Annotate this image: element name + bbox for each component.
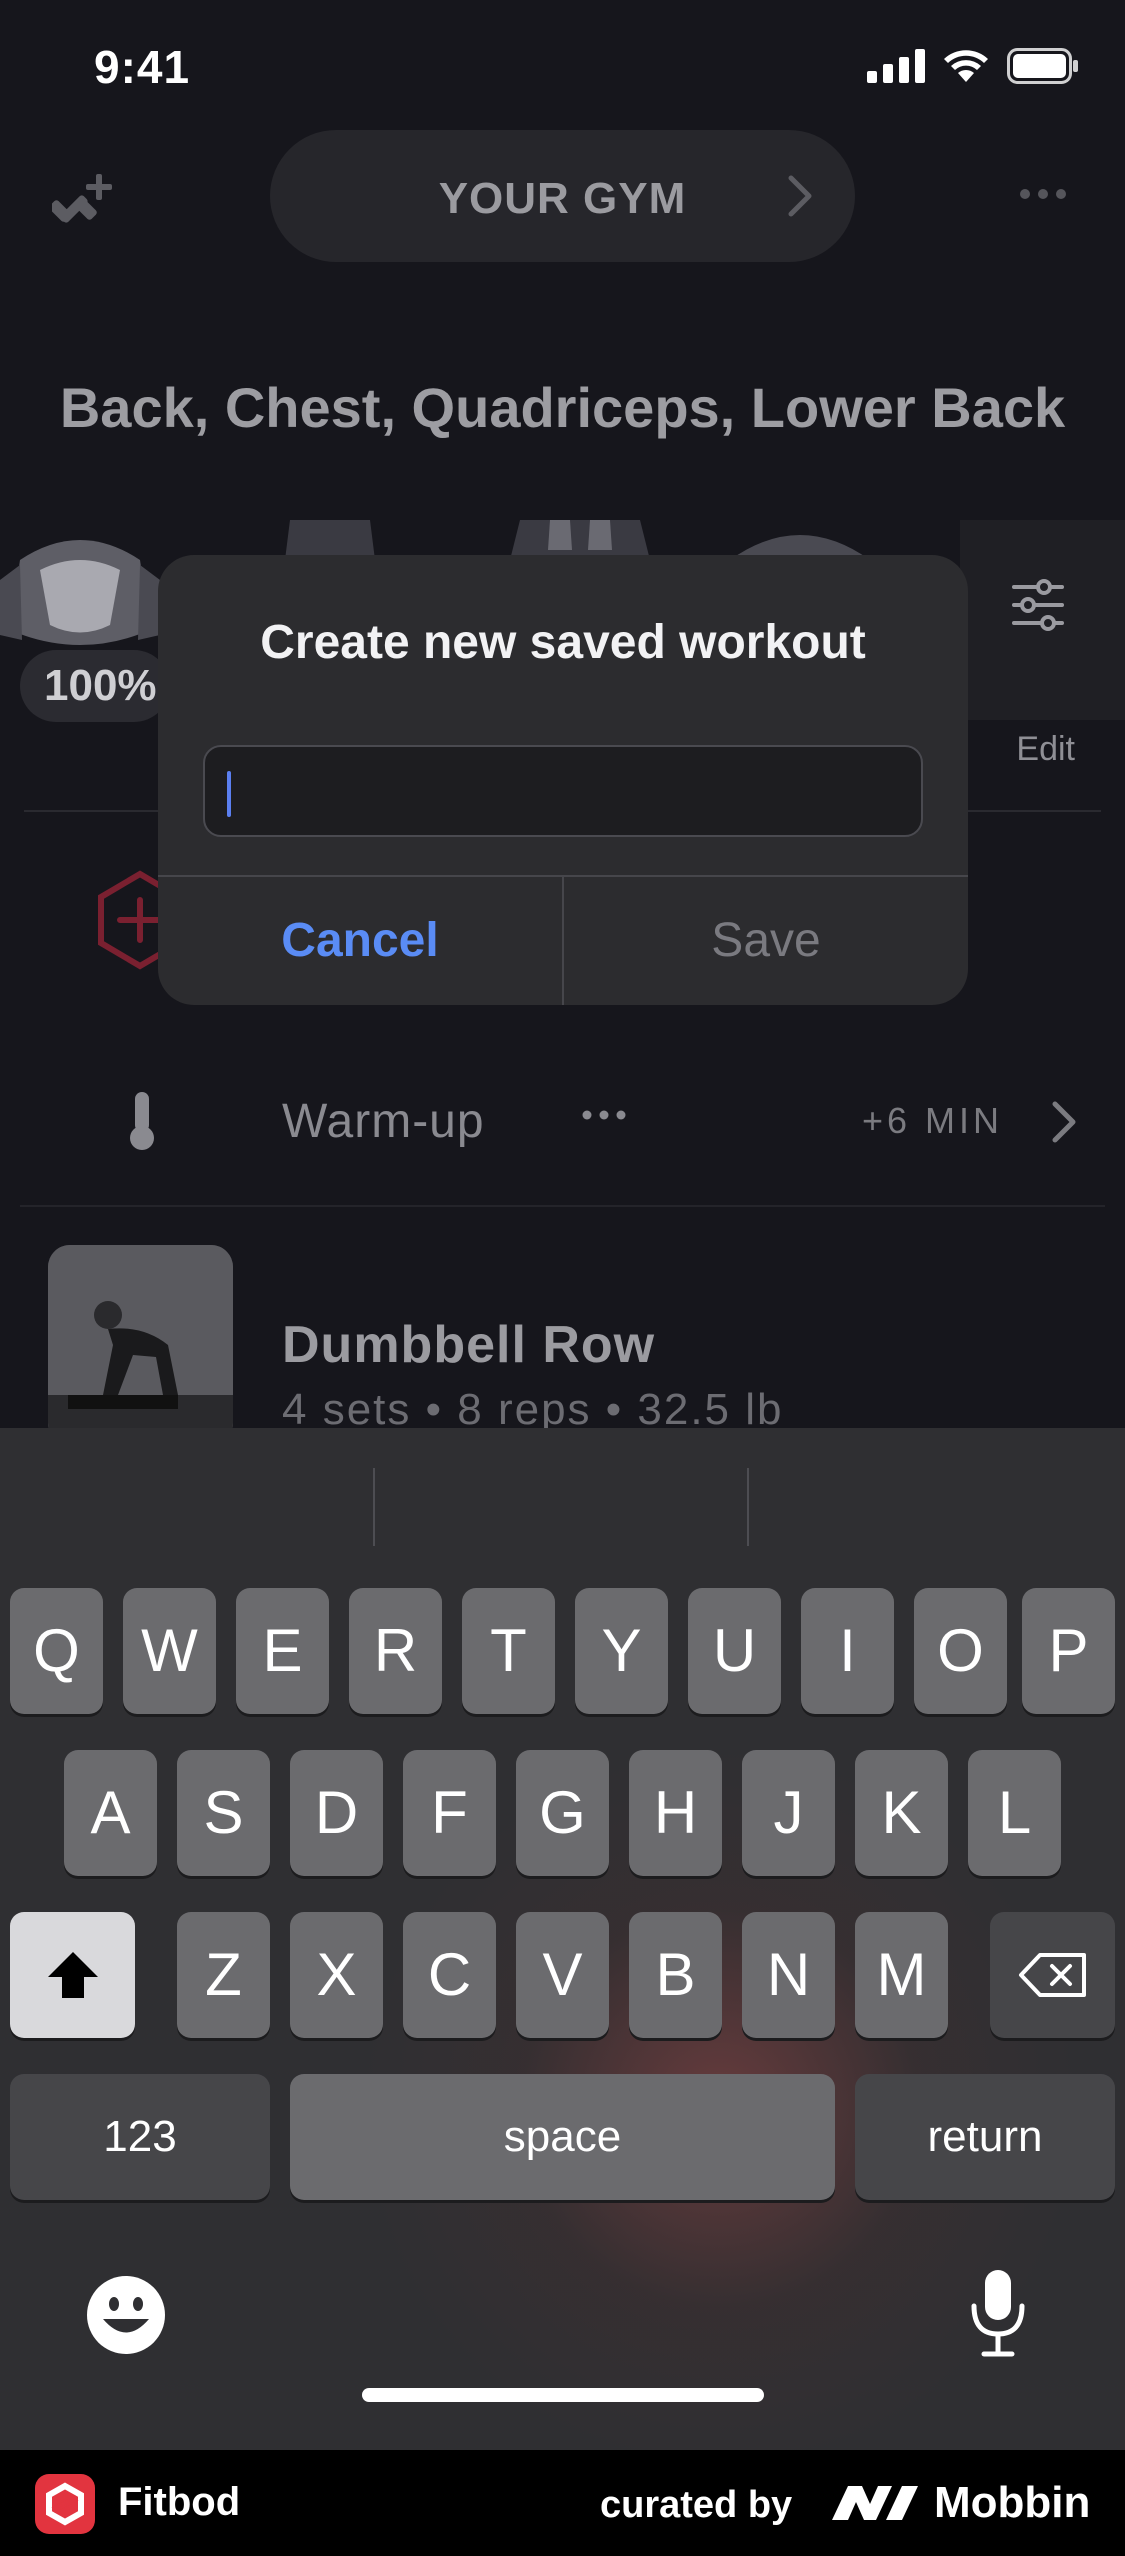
key-x[interactable]: X [290, 1912, 383, 2038]
key-j[interactable]: J [742, 1750, 835, 1876]
battery-icon [1007, 48, 1078, 84]
key-i[interactable]: I [801, 1588, 894, 1714]
space-key[interactable]: space [290, 2074, 835, 2200]
key-l[interactable]: L [968, 1750, 1061, 1876]
text-caret [227, 771, 231, 817]
return-key[interactable]: return [855, 2074, 1115, 2200]
exercise-photo-icon [48, 1245, 233, 1445]
key-o[interactable]: O [914, 1588, 1007, 1714]
thermometer-icon [130, 1092, 154, 1150]
chevron-right-icon [1052, 1101, 1076, 1143]
key-s[interactable]: S [177, 1750, 270, 1876]
key-y[interactable]: Y [575, 1588, 668, 1714]
home-indicator [362, 2388, 764, 2402]
warmup-more-icon[interactable] [582, 1110, 626, 1120]
cellular-signal-icon [867, 49, 925, 83]
gym-selector-label: YOUR GYM [438, 174, 687, 223]
sliders-icon [1012, 579, 1064, 631]
curated-by-label: curated by [600, 2484, 793, 2526]
chevron-right-icon [788, 175, 812, 217]
status-bar: 9:41 [0, 0, 1125, 140]
save-button[interactable]: Save [564, 877, 968, 1005]
attribution-footer: Fitbod curated by Mobbin [0, 2450, 1125, 2556]
warmup-label: Warm-up [282, 1095, 485, 1148]
key-w[interactable]: W [123, 1588, 216, 1714]
shift-key[interactable] [10, 1912, 135, 2038]
suggestion-divider [747, 1468, 749, 1546]
key-c[interactable]: C [403, 1912, 496, 2038]
cancel-button[interactable]: Cancel [158, 877, 562, 1005]
backspace-key[interactable] [990, 1912, 1115, 2038]
key-d[interactable]: D [290, 1750, 383, 1876]
key-f[interactable]: F [403, 1750, 496, 1876]
emoji-icon[interactable] [85, 2274, 167, 2356]
exercise-name: Dumbbell Row [282, 1316, 656, 1374]
key-g[interactable]: G [516, 1750, 609, 1876]
key-z[interactable]: Z [177, 1912, 270, 2038]
add-equipment-icon[interactable] [52, 170, 116, 234]
key-u[interactable]: U [688, 1588, 781, 1714]
key-m[interactable]: M [855, 1912, 948, 2038]
target-muscles-title: Back, Chest, Quadriceps, Lower Back [59, 376, 1066, 439]
shift-arrow-icon [47, 1952, 98, 1998]
fitbod-logo-icon [46, 2482, 84, 2526]
key-q[interactable]: Q [10, 1588, 103, 1714]
warmup-row[interactable]: Warm-up +6 MIN [0, 1060, 1125, 1180]
status-time: 9:41 [94, 41, 191, 93]
numbers-key[interactable]: 123 [10, 2074, 270, 2200]
edit-muscles-link[interactable]: Edit [1016, 730, 1075, 769]
divider [20, 1205, 1105, 1207]
key-h[interactable]: H [629, 1750, 722, 1876]
dialog-title: Create new saved workout [260, 616, 866, 669]
workout-name-input[interactable] [203, 745, 923, 837]
key-v[interactable]: V [516, 1912, 609, 2038]
status-icons [867, 48, 1079, 84]
mobbin-logo-icon [832, 2486, 918, 2520]
muscle-filter-button[interactable] [960, 520, 1125, 720]
key-p[interactable]: P [1022, 1588, 1115, 1714]
create-workout-dialog: Create new saved workout Cancel Save [158, 555, 968, 1005]
gym-selector-button[interactable]: YOUR GYM [270, 130, 855, 262]
fitbod-logo [35, 2474, 95, 2534]
more-options-icon[interactable] [1019, 188, 1067, 200]
top-bar: YOUR GYM [0, 130, 1125, 265]
exercise-thumbnail [48, 1245, 233, 1445]
suggestion-divider [373, 1468, 375, 1546]
key-t[interactable]: T [462, 1588, 555, 1714]
mobbin-brand: Mobbin [934, 2478, 1091, 2527]
key-b[interactable]: B [629, 1912, 722, 2038]
app-name: Fitbod [118, 2480, 241, 2524]
backspace-icon [1018, 1953, 1086, 1997]
key-e[interactable]: E [236, 1588, 329, 1714]
warmup-duration: +6 MIN [862, 1100, 1004, 1141]
key-k[interactable]: K [855, 1750, 948, 1876]
microphone-icon[interactable] [968, 2268, 1028, 2358]
key-r[interactable]: R [349, 1588, 442, 1714]
onscreen-keyboard: Q W E R T Y U I O P A S D F G H J K L Z … [0, 1428, 1125, 2450]
key-n[interactable]: N [742, 1912, 835, 2038]
recovery-percentage-badge: 100% [20, 650, 170, 722]
key-a[interactable]: A [64, 1750, 157, 1876]
wifi-icon [944, 50, 988, 82]
